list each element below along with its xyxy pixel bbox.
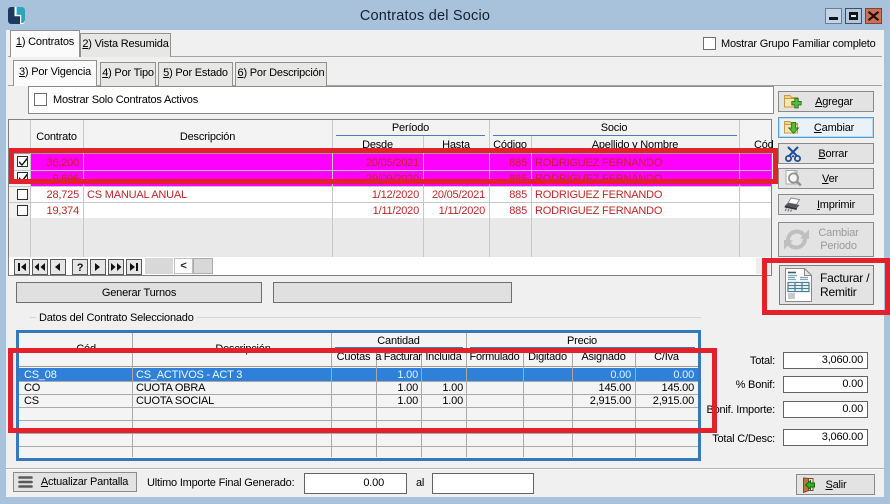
svg-text:?: ?: [77, 262, 84, 274]
